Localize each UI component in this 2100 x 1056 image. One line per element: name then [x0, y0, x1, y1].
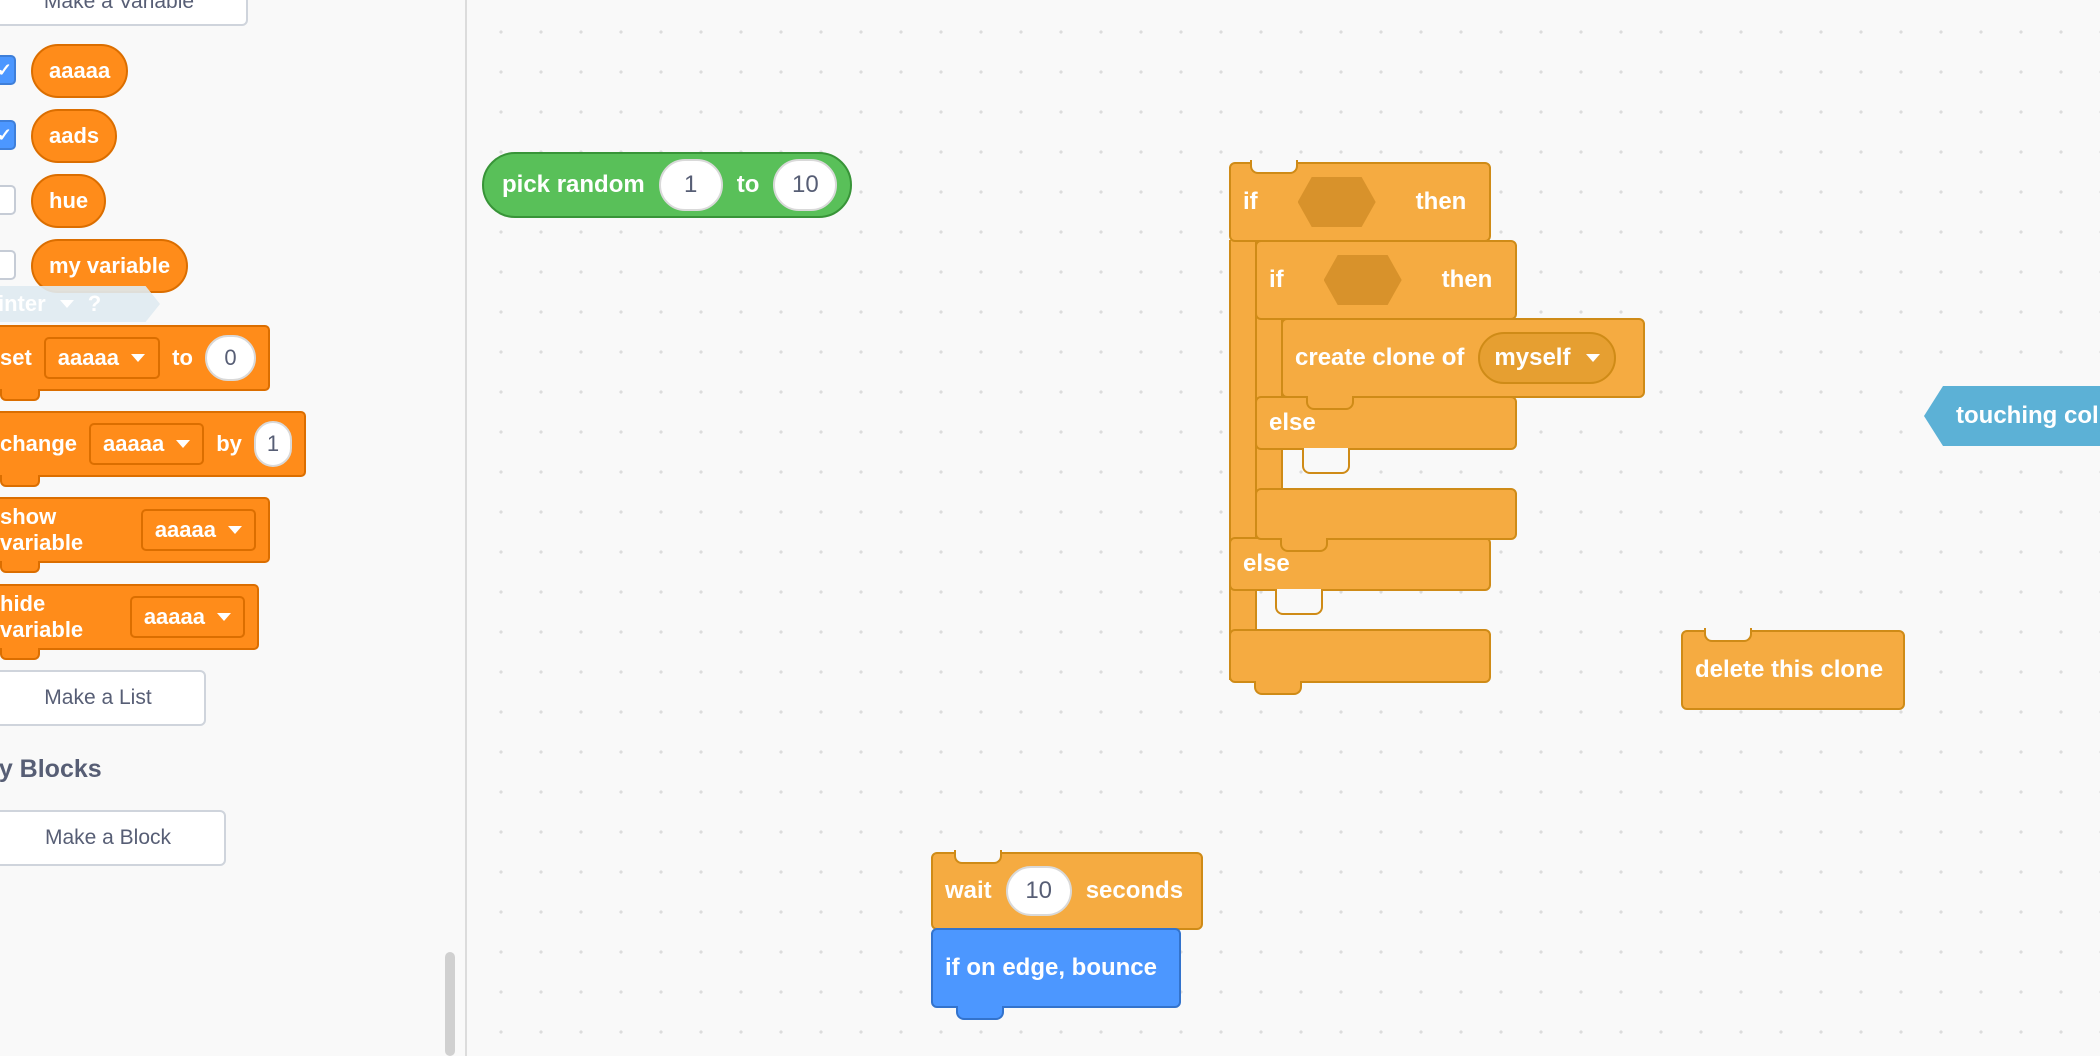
inner-else-label: else [1269, 409, 1316, 436]
inner-if-footer [1255, 488, 1517, 540]
hide-variable-dropdown[interactable]: aaaaa [129, 596, 245, 638]
chevron-down-icon [217, 613, 231, 621]
variable-checkbox-hue[interactable] [0, 185, 16, 215]
inner-if-header[interactable]: if then [1255, 240, 1517, 320]
set-label: set [0, 345, 32, 370]
inner-else-row: else [1255, 396, 1517, 450]
change-variable-name: aaaaa [103, 431, 165, 456]
top-notch-slot [1250, 160, 1298, 174]
bounce-block[interactable]: if on edge, bounce [931, 928, 1181, 1008]
outer-else-label: else [1243, 550, 1290, 577]
set-variable-block[interactable]: set aaaaa to 0 [0, 325, 270, 391]
make-list-button[interactable]: Make a List [0, 670, 206, 726]
block-notch [1254, 681, 1302, 695]
block-notch [1280, 538, 1328, 552]
make-block-button[interactable]: Make a Block [0, 810, 226, 866]
clone-target-dropdown[interactable]: myself [1478, 332, 1617, 384]
pick-random-block[interactable]: pick random 1 to 10 [482, 152, 852, 218]
inner-if-then-label: then [1441, 266, 1493, 293]
create-clone-label: create clone of [1295, 344, 1465, 371]
empty-else-slot [1302, 448, 1350, 474]
change-variable-block[interactable]: change aaaaa by 1 [0, 411, 306, 477]
show-variable-block[interactable]: show variable aaaaa [0, 497, 270, 563]
top-notch-slot [954, 850, 1002, 864]
inner-if-label: if [1269, 266, 1284, 293]
random-to-input[interactable]: 10 [773, 159, 838, 211]
ghost-reporter-help: ? [87, 291, 102, 316]
variable-checkbox-aads[interactable]: ✓ [0, 120, 16, 150]
variable-reporter-hue[interactable]: hue [31, 174, 107, 228]
palette-scrollbar[interactable] [445, 952, 455, 1056]
chevron-down-icon [228, 526, 242, 534]
set-variable-dropdown[interactable]: aaaaa [43, 337, 161, 379]
outer-if-header[interactable]: if then [1229, 162, 1491, 242]
chevron-down-icon [1586, 354, 1601, 362]
block-notch [956, 1006, 1004, 1020]
chevron-down-icon [130, 354, 145, 362]
wait-label: wait [945, 877, 992, 904]
outer-if-footer [1229, 629, 1491, 683]
touching-color-block[interactable]: touching col [1924, 386, 2100, 446]
show-variable-label: show variable [0, 504, 84, 555]
variable-reporter-aads[interactable]: aads [31, 109, 118, 163]
show-variable-name: aaaaa [154, 517, 216, 542]
variable-reporter-my-variable[interactable]: my variable [31, 239, 189, 293]
hide-variable-block[interactable]: hide variable aaaaa [0, 584, 259, 650]
change-by-label: by [216, 431, 242, 456]
variable-reporter-aaaaa[interactable]: aaaaa [31, 44, 129, 98]
block-palette: Make a Variable ✓ aaaaa ✓ aads hue my va… [0, 0, 467, 1056]
wait-seconds-input[interactable]: 10 [1005, 866, 1072, 916]
change-variable-dropdown[interactable]: aaaaa [89, 423, 205, 465]
set-variable-name: aaaaa [57, 345, 119, 370]
set-value-input[interactable]: 0 [204, 335, 256, 381]
make-variable-button[interactable]: Make a Variable [0, 0, 248, 26]
block-notch [0, 389, 40, 401]
outer-if-arm [1229, 240, 1257, 680]
outer-else-row: else [1229, 537, 1491, 591]
block-notch [0, 648, 40, 660]
block-notch [1306, 396, 1354, 410]
touching-color-label: touching col [1956, 402, 2099, 429]
chevron-down-icon [176, 440, 191, 448]
block-notch [0, 475, 40, 487]
change-label: change [0, 431, 78, 456]
hide-variable-label: hide variable [0, 591, 84, 642]
top-notch-slot [1704, 628, 1752, 642]
delete-clone-block[interactable]: delete this clone [1681, 630, 1905, 710]
bounce-label: if on edge, bounce [945, 954, 1158, 981]
pick-random-to-label: to [736, 171, 760, 198]
ghost-reporter-label: inter [0, 291, 46, 316]
empty-else-slot [1275, 589, 1323, 615]
random-from-input[interactable]: 1 [658, 159, 723, 211]
outer-if-then-label: then [1415, 188, 1467, 215]
hide-variable-name: aaaaa [143, 604, 205, 629]
wait-unit-label: seconds [1085, 877, 1184, 904]
clone-target-value: myself [1494, 344, 1571, 371]
variable-checkbox-aaaaa[interactable]: ✓ [0, 55, 16, 85]
set-to-label: to [172, 345, 193, 370]
block-notch [0, 561, 40, 573]
ghost-reporter: inter ? [0, 286, 160, 322]
chevron-down-icon [59, 300, 74, 308]
create-clone-block[interactable]: create clone of myself [1281, 318, 1645, 398]
delete-clone-label: delete this clone [1695, 656, 1884, 683]
outer-if-condition-slot[interactable] [1297, 177, 1376, 227]
pick-random-label: pick random [502, 171, 645, 198]
inner-if-condition-slot[interactable] [1323, 255, 1402, 305]
show-variable-dropdown[interactable]: aaaaa [140, 509, 256, 551]
outer-if-label: if [1243, 188, 1258, 215]
my-blocks-heading: My Blocks [0, 755, 102, 783]
change-value-input[interactable]: 1 [253, 421, 292, 467]
variable-checkbox-my-variable[interactable] [0, 250, 16, 280]
